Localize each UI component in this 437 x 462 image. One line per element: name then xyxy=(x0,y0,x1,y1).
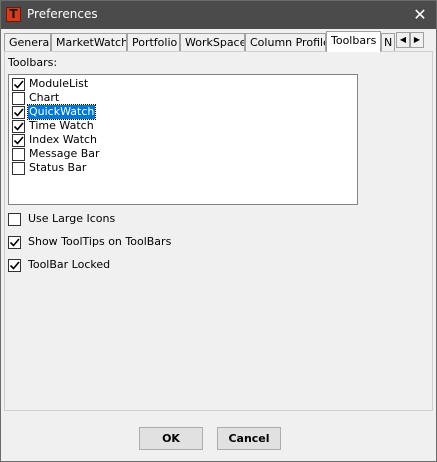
tab-general[interactable]: General xyxy=(4,33,51,51)
checkbox-toolbar-locked[interactable] xyxy=(8,259,21,272)
tab-scroll-right-button[interactable]: ▶ xyxy=(410,32,424,48)
option-label: Use Large Icons xyxy=(28,212,116,225)
item-label: Time Watch xyxy=(29,119,94,132)
arrow-right-icon: ▶ xyxy=(413,35,421,44)
toolbars-list[interactable]: ModuleList Chart QuickWatch Time Watch I… xyxy=(8,74,358,205)
tab-column-profile[interactable]: Column Profile xyxy=(245,33,326,51)
option-label: ToolBar Locked xyxy=(28,258,111,271)
tab-scroll-left-button[interactable]: ◀ xyxy=(396,32,410,48)
toolbars-group-label: Toolbars: xyxy=(8,56,58,69)
checkbox-time-watch[interactable] xyxy=(12,120,25,133)
item-label: ModuleList xyxy=(29,77,89,90)
checkbox-status-bar[interactable] xyxy=(12,162,25,175)
checkmark-icon xyxy=(13,122,24,131)
checkbox-use-large-icons[interactable] xyxy=(8,213,21,226)
option-label: Show ToolTips on ToolBars xyxy=(28,235,172,248)
app-logo-icon: T xyxy=(6,7,21,22)
checkmark-icon xyxy=(9,261,20,270)
tab-toolbars[interactable]: Toolbars xyxy=(326,31,381,52)
checkmark-icon xyxy=(13,108,24,117)
checkmark-icon xyxy=(13,80,24,89)
close-icon: ✕ xyxy=(413,5,427,24)
checkbox-modulelist[interactable] xyxy=(12,78,25,91)
checkmark-icon xyxy=(13,136,24,145)
item-label-selected: QuickWatch xyxy=(26,104,97,120)
item-label: Index Watch xyxy=(29,133,98,146)
tab-n[interactable]: N xyxy=(381,33,395,51)
tab-portfolio[interactable]: Portfolio xyxy=(127,33,180,51)
window-title: Preferences xyxy=(27,7,98,21)
checkbox-message-bar[interactable] xyxy=(12,148,25,161)
item-label: Status Bar xyxy=(29,161,87,174)
title-bar[interactable]: T Preferences ✕ xyxy=(1,1,436,29)
tab-strip: General MarketWatch Portfolio WorkSpace … xyxy=(4,31,434,52)
checkbox-index-watch[interactable] xyxy=(12,134,25,147)
checkbox-quickwatch[interactable] xyxy=(12,106,25,119)
tab-workspace[interactable]: WorkSpace xyxy=(180,33,245,51)
preferences-dialog: T Preferences ✕ General MarketWatch Port… xyxy=(0,0,437,462)
item-label: Chart xyxy=(29,91,60,104)
item-label: Message Bar xyxy=(29,147,100,160)
arrow-left-icon: ◀ xyxy=(399,35,407,44)
close-button[interactable]: ✕ xyxy=(410,5,430,25)
cancel-button[interactable]: Cancel xyxy=(217,427,281,450)
tab-marketwatch[interactable]: MarketWatch xyxy=(51,33,127,51)
app-logo-letter: T xyxy=(9,7,18,21)
checkbox-show-tooltips[interactable] xyxy=(8,236,21,249)
checkbox-chart[interactable] xyxy=(12,92,25,105)
checkmark-icon xyxy=(9,238,20,247)
ok-button[interactable]: OK xyxy=(139,427,203,450)
